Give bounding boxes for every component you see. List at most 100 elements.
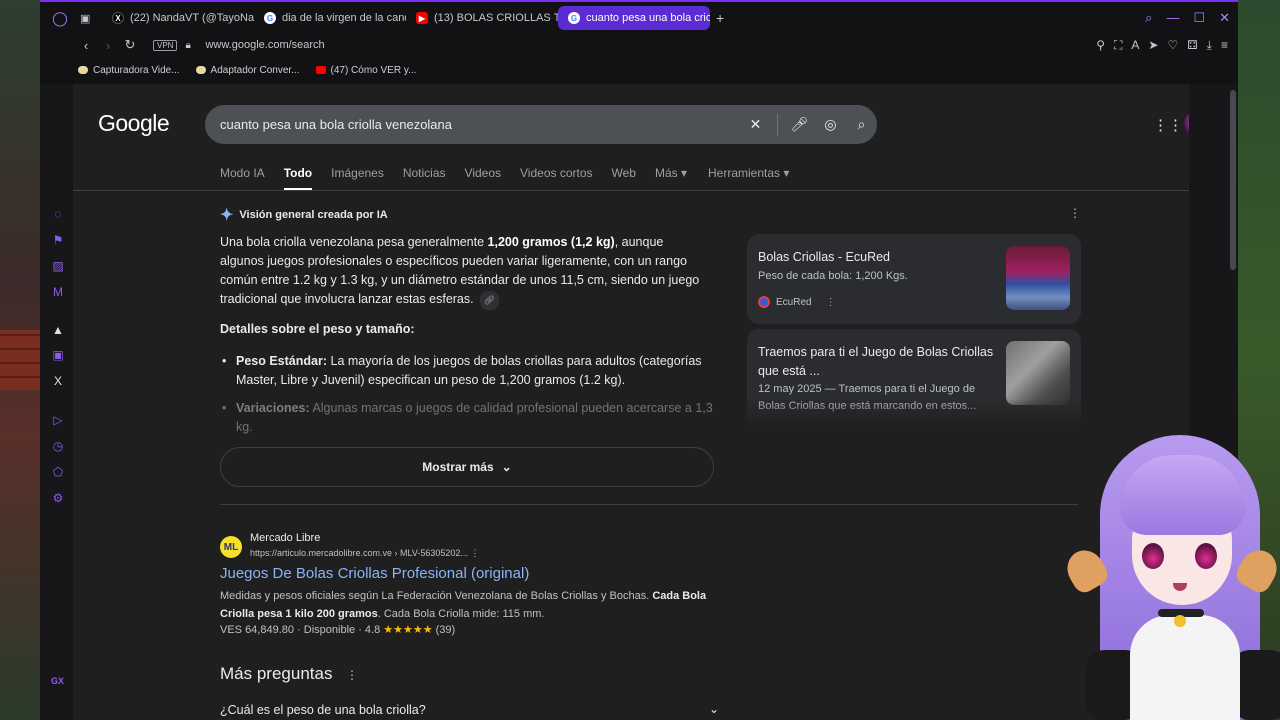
vtuber-avatar — [1060, 425, 1280, 720]
card-thumbnail — [1006, 341, 1070, 405]
maximize-icon[interactable]: ☐ — [1193, 10, 1205, 26]
twitch-icon[interactable]: ▣ — [51, 348, 65, 362]
avatar-eye — [1195, 543, 1217, 569]
tab-list-icon[interactable]: ▣ — [80, 12, 102, 25]
settings-icon[interactable]: ⚙ — [51, 491, 65, 505]
divider — [777, 113, 778, 136]
avatar-fringe — [1120, 455, 1245, 535]
tab-4[interactable]: Gcuanto pesa una bola criolla — [558, 6, 710, 30]
ai-overview-heading: ✦ Visión general creada por IA — [220, 207, 388, 224]
extensions-icon[interactable]: ⬠ — [51, 465, 65, 479]
result-description: Medidas y pesos oficiales según La Feder… — [220, 590, 707, 620]
left-background — [0, 0, 40, 720]
clear-icon[interactable]: ✕ — [740, 116, 771, 133]
avatar-eye — [1142, 543, 1164, 569]
more-options-icon[interactable]: ⋮ — [346, 668, 358, 682]
x-app-icon[interactable]: X — [51, 374, 65, 388]
tab-todo[interactable]: Todo — [283, 166, 313, 191]
more-options-icon[interactable]: ⋮ — [1069, 206, 1081, 220]
tab-imagenes[interactable]: Imágenes — [331, 166, 384, 191]
send-icon[interactable]: ➤ — [1148, 38, 1158, 53]
play-icon[interactable]: ▷ — [51, 413, 65, 427]
card-fade — [747, 399, 1081, 429]
tab-modo-ia[interactable]: Modo IA — [220, 166, 265, 191]
result-title-link[interactable]: Juegos De Bolas Criollas Profesional (or… — [220, 565, 529, 582]
back-icon[interactable]: ‹ — [75, 38, 97, 53]
tab-noticias[interactable]: Noticias — [403, 166, 446, 191]
google-icon: G — [264, 12, 276, 24]
card-thumbnail — [1006, 246, 1070, 310]
tab-videos-cortos[interactable]: Videos cortos — [520, 166, 593, 191]
menu-icon[interactable]: ≡ — [1221, 38, 1228, 53]
opera-logo-icon[interactable]: ◯ — [40, 10, 80, 27]
source-card-ecured[interactable]: Bolas Criollas - EcuRed Peso de cada bol… — [747, 234, 1081, 324]
search-icon[interactable]: ⌕ — [846, 116, 877, 133]
chevron-down-icon: ⌄ — [501, 460, 512, 474]
people-also-ask-heading: Más preguntas — [220, 664, 333, 683]
tab-herramientas[interactable]: Herramientas ▾ — [708, 166, 789, 191]
history-icon[interactable]: ◷ — [51, 439, 65, 453]
ai-subheading: Detalles sobre el peso y tamaño: — [220, 322, 415, 336]
tab-videos[interactable]: Videos — [465, 166, 501, 191]
wallet-icon[interactable]: ⚃ — [1187, 38, 1197, 53]
source-card-video[interactable]: Traemos para ti el Juego de Bolas Crioll… — [747, 329, 1081, 429]
download-icon[interactable]: ⤓ — [1207, 38, 1212, 53]
ai-bullet-weight: Peso Estándar: La mayoría de los juegos … — [220, 352, 720, 390]
search-tabs: Modo IA Todo Imágenes Noticias Videos Vi… — [220, 166, 789, 191]
tab-web[interactable]: Web — [612, 166, 636, 191]
microphone-icon[interactable]: 🎤︎ — [784, 116, 815, 133]
snapshot-icon[interactable]: ⛶ — [1114, 38, 1122, 53]
result-url[interactable]: https://articulo.mercadolibre.com.ve › M… — [250, 548, 479, 559]
aria-icon[interactable]: ◌ — [51, 207, 65, 221]
window-controls: ⌕ — ☐ ✕ — [1145, 10, 1230, 26]
lock-icon[interactable]: 🔒︎ — [185, 40, 195, 51]
triangle-app-icon[interactable]: ▲ — [51, 323, 65, 337]
m-icon[interactable]: M — [51, 285, 65, 299]
google-logo[interactable]: Google — [98, 110, 170, 137]
minimize-icon[interactable]: — — [1166, 10, 1179, 26]
more-options-icon[interactable]: ⋮ — [826, 297, 836, 308]
ai-bullet-variations: Variaciones: Algunas marcas o juegos de … — [220, 399, 720, 434]
bag-icon[interactable]: ⚑ — [51, 233, 65, 247]
tab-mas[interactable]: Más ▾ — [655, 166, 687, 191]
sparkle-icon: ✦ — [220, 207, 234, 224]
bookmark-icon — [195, 66, 206, 74]
youtube-icon: ▶ — [416, 12, 428, 24]
address-bar: ‹ › ↻ VPN 🔒︎ www.google.com/search ⚲ ⛶ A… — [40, 34, 1238, 56]
more-options-icon[interactable]: ⋮ — [470, 548, 479, 558]
url-field[interactable]: www.google.com/search — [205, 39, 324, 51]
tab-1[interactable]: X (22) NandaVT (@TayoNa — [102, 6, 254, 30]
ecured-icon — [758, 296, 770, 308]
chevron-down-icon[interactable]: ⌄ — [709, 702, 719, 716]
new-tab-button[interactable]: + — [710, 10, 730, 26]
google-icon: G — [568, 12, 580, 24]
avatar-body — [1130, 615, 1240, 720]
result-site-name[interactable]: Mercado Libre — [250, 532, 320, 544]
reload-icon[interactable]: ↻ — [119, 37, 141, 53]
close-icon[interactable]: ✕ — [1219, 10, 1230, 26]
show-more-button[interactable]: Mostrar más ⌄ — [220, 447, 714, 487]
search-box[interactable]: cuanto pesa una bola criolla venezolana … — [205, 105, 877, 144]
pin-icon[interactable]: ⚲ — [1096, 38, 1105, 53]
heart-icon[interactable]: ♡ — [1167, 38, 1178, 53]
forward-icon[interactable]: › — [97, 38, 119, 53]
search-input[interactable]: cuanto pesa una bola criolla venezolana — [220, 117, 740, 132]
scrollbar[interactable] — [1230, 90, 1236, 270]
section-divider — [220, 504, 1078, 505]
lens-icon[interactable]: ◎ — [815, 116, 846, 133]
search-icon[interactable]: ⌕ — [1145, 10, 1152, 26]
sidebar: ◌ ⚑ ▨ M ▲ ▣ X ▷ ◷ ⬠ ⚙ GX — [40, 84, 74, 720]
bookmark-2[interactable]: Adaptador Conver... — [195, 65, 300, 76]
tab-3[interactable]: ▶ (13) BOLAS CRIOLLAS TIC — [406, 6, 558, 30]
tab-2[interactable]: Gdia de la virgen de la cand — [254, 6, 406, 30]
address-bar-icons: ⚲ ⛶ A ➤ ♡ ⚃ ⤓ ≡ — [1096, 38, 1228, 53]
link-icon[interactable]: 🔗︎ — [479, 291, 500, 310]
gaming-icon[interactable]: ▨ — [51, 259, 65, 273]
tabs-divider — [73, 190, 1189, 191]
bookmark-1[interactable]: Capturadora Vide... — [78, 65, 180, 76]
paa-question[interactable]: ¿Cuál es el peso de una bola criolla? — [220, 703, 426, 717]
vpn-badge[interactable]: VPN — [153, 39, 178, 51]
bookmark-3[interactable]: (47) Cómo VER y... — [315, 65, 416, 76]
ai-overview-text: Una bola criolla venezolana pesa general… — [220, 233, 710, 310]
translate-icon[interactable]: A — [1131, 38, 1139, 53]
